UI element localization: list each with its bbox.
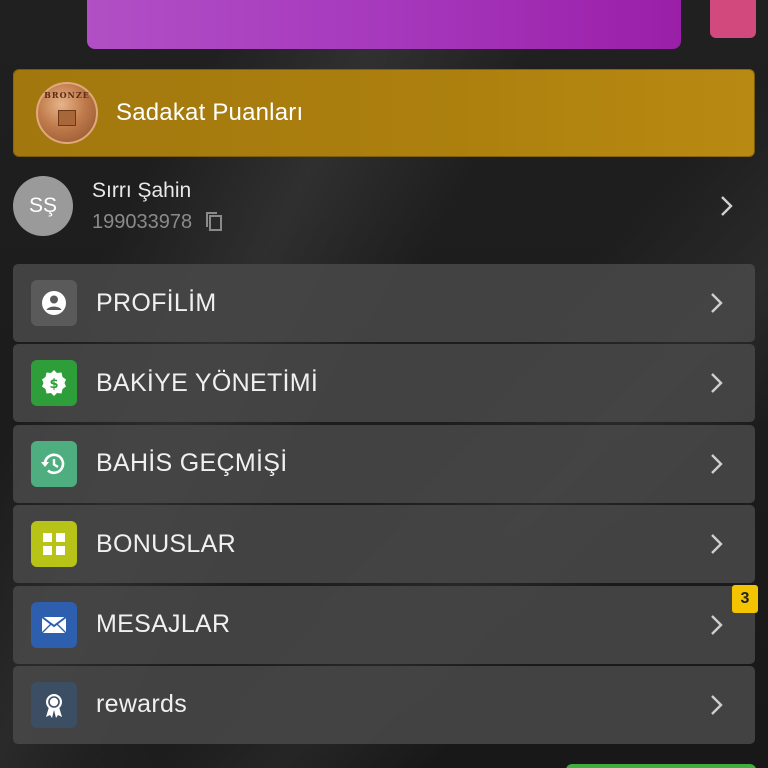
user-name: Sırrı Şahin	[92, 178, 192, 202]
menu-item-label: rewards	[96, 690, 188, 719]
bottom-action-button[interactable]	[566, 764, 756, 768]
copy-icon[interactable]	[204, 211, 224, 233]
menu-item-label: BAHİS GEÇMİŞİ	[96, 449, 288, 478]
chevron-right-icon	[709, 693, 725, 717]
menu-item-rewards[interactable]: rewards	[13, 665, 755, 744]
menu-item-messages[interactable]: MESAJLAR 3	[13, 584, 758, 664]
avatar: SŞ	[13, 176, 73, 236]
menu-item-bonuses[interactable]: BONUSLAR	[13, 505, 755, 584]
chevron-right-icon	[709, 291, 725, 315]
chevron-right-icon	[719, 194, 735, 223]
unread-count-badge: 3	[732, 584, 758, 613]
chevron-right-icon	[709, 371, 725, 395]
menu-item-label: PROFİLİM	[96, 288, 217, 317]
menu-item-bet-history[interactable]: BAHİS GEÇMİŞİ	[13, 424, 755, 503]
history-icon	[31, 440, 77, 487]
menu-item-label: MESAJLAR	[96, 610, 231, 639]
user-id: 199033978	[92, 210, 193, 233]
account-menu: PROFİLİM $ BAKİYE YÖNETİMİ BAHİS GEÇMİŞİ	[13, 264, 758, 746]
svg-text:$: $	[49, 377, 58, 392]
medal-label: BRONZE	[44, 90, 90, 100]
mail-icon	[31, 601, 77, 648]
balance-icon: $	[31, 360, 77, 407]
user-account-row[interactable]: SŞ Sırrı Şahin 199033978	[13, 174, 755, 238]
loyalty-label: Sadakat Puanları	[116, 99, 304, 126]
promo-banner-side[interactable]	[710, 0, 756, 38]
bonus-icon	[31, 521, 77, 568]
chevron-right-icon	[709, 613, 725, 637]
bronze-medal-icon: BRONZE	[36, 82, 98, 144]
promo-banner[interactable]	[87, 0, 681, 49]
menu-item-profile[interactable]: PROFİLİM	[13, 264, 755, 342]
loyalty-points-banner[interactable]: BRONZE Sadakat Puanları	[13, 69, 755, 157]
menu-item-label: BAKİYE YÖNETİMİ	[96, 368, 319, 397]
menu-item-label: BONUSLAR	[96, 529, 236, 558]
menu-item-balance[interactable]: $ BAKİYE YÖNETİMİ	[13, 344, 755, 423]
chevron-right-icon	[709, 532, 725, 556]
chevron-right-icon	[709, 452, 725, 476]
rewards-icon	[31, 681, 77, 728]
profile-icon	[31, 280, 77, 326]
